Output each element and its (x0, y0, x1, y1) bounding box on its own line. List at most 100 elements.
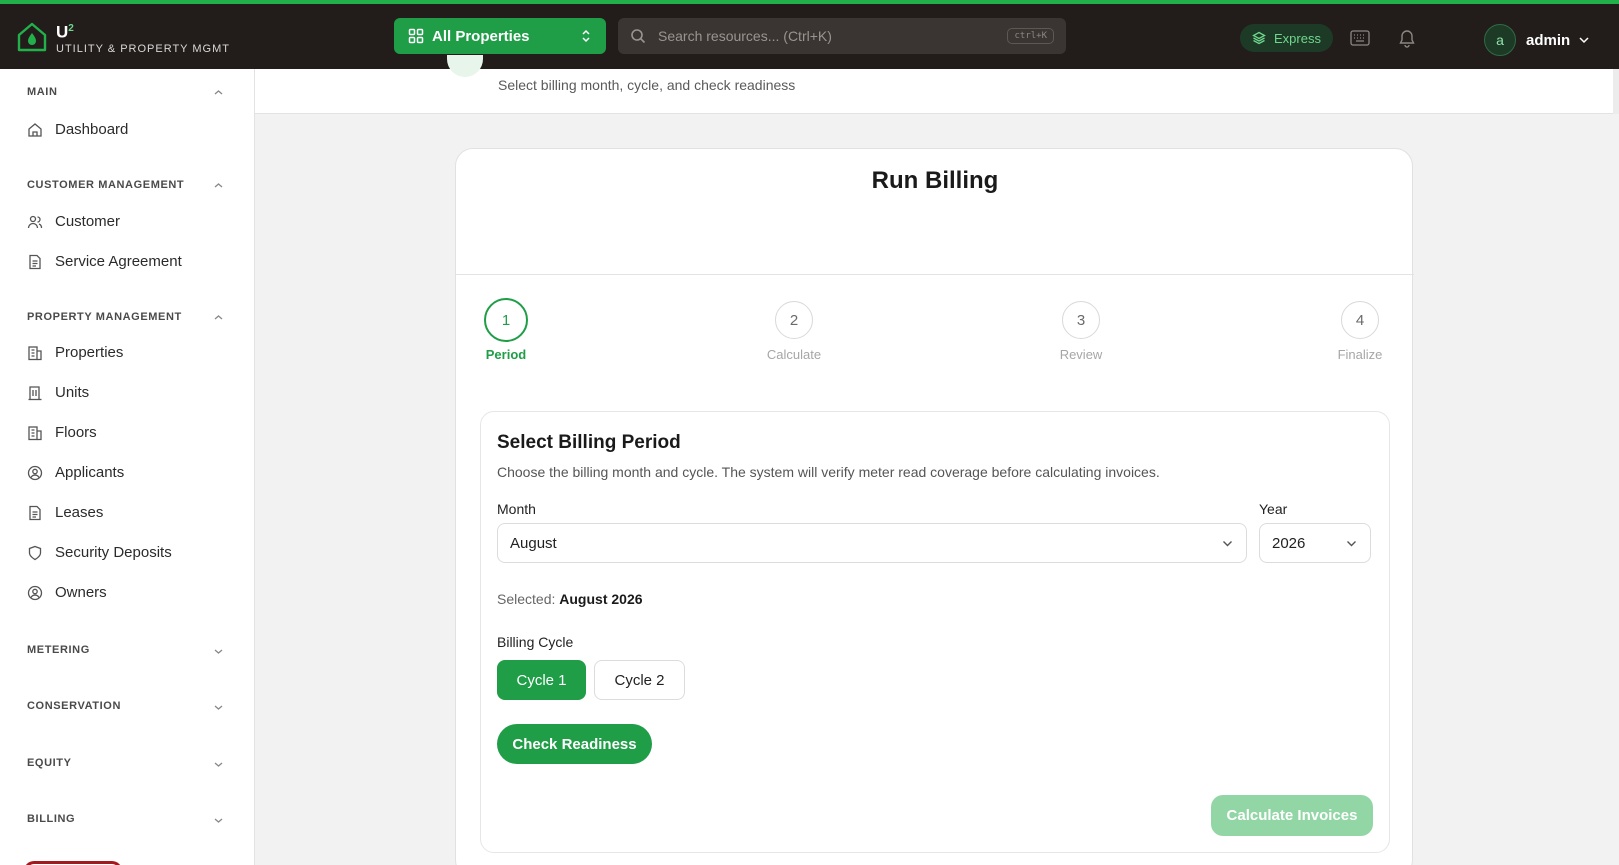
sidebar-item-dashboard[interactable]: Dashboard (27, 121, 128, 138)
brand[interactable]: U2 UTILITY & PROPERTY MGMT (16, 20, 230, 55)
sidebar-item-label: Properties (55, 344, 124, 361)
search-icon (631, 29, 646, 44)
step-label: Review (1059, 347, 1103, 362)
chevron-down-icon[interactable] (213, 646, 224, 657)
sidebar-item-applicants[interactable]: Applicants (27, 464, 124, 481)
search-shortcut-hint: ctrl+K (1007, 28, 1054, 44)
month-label: Month (497, 501, 536, 517)
layers-icon (1252, 31, 1266, 45)
section-equity[interactable]: EQUITY (27, 757, 72, 769)
sidebar-item-customer[interactable]: Customer (27, 213, 120, 230)
user-circle-icon (27, 585, 43, 600)
search-input[interactable] (658, 28, 1008, 44)
step-number: 2 (775, 301, 813, 339)
sidebar-item-label: Service Agreement (55, 253, 182, 270)
chevron-down-icon (1579, 37, 1589, 44)
chevron-up-icon[interactable] (213, 312, 224, 323)
billing-period-panel: Select Billing Period Choose the billing… (480, 411, 1390, 853)
cycle-2-button[interactable]: Cycle 2 (594, 660, 685, 700)
chevron-down-icon (1347, 540, 1356, 546)
user-menu[interactable]: a admin (1484, 24, 1590, 56)
sidebar: MAIN Dashboard CUSTOMER MANAGEMENT Custo… (0, 69, 255, 865)
sidebar-footer-button-edge[interactable] (24, 861, 122, 865)
chevron-up-icon[interactable] (213, 180, 224, 191)
run-billing-card: Run Billing 1 Period 2 Calculate 3 Revie… (455, 148, 1414, 865)
bell-icon[interactable] (1398, 28, 1416, 48)
section-property-management[interactable]: PROPERTY MANAGEMENT (27, 311, 182, 323)
shield-icon (28, 545, 42, 560)
step-finalize[interactable]: 4 Finalize (1320, 301, 1400, 362)
top-bar: U2 UTILITY & PROPERTY MGMT All Propertie… (0, 0, 1619, 69)
section-main[interactable]: MAIN (27, 86, 58, 98)
calculate-invoices-button[interactable]: Calculate Invoices (1211, 795, 1373, 836)
scrollbar-track[interactable] (1613, 69, 1619, 114)
month-select-value: August (510, 534, 557, 552)
sidebar-item-label: Customer (55, 213, 121, 230)
year-select[interactable]: 2026 (1259, 523, 1371, 563)
panel-description: Choose the billing month and cycle. The … (497, 464, 1160, 480)
sidebar-item-label: Owners (55, 584, 107, 601)
section-conservation[interactable]: CONSERVATION (27, 700, 121, 712)
section-metering[interactable]: METERING (27, 644, 90, 656)
user-name: admin (1526, 31, 1571, 49)
building-icon (28, 425, 42, 440)
chevron-down-icon[interactable] (213, 815, 224, 826)
card-title: Run Billing (871, 167, 999, 194)
sidebar-item-security-deposits[interactable]: Security Deposits (27, 544, 172, 561)
home-icon (28, 122, 42, 137)
avatar: a (1484, 24, 1516, 56)
year-label: Year (1259, 501, 1288, 517)
sidebar-item-label: Units (55, 384, 90, 401)
page-header: Select billing month, cycle, and check r… (255, 55, 1619, 114)
sidebar-item-label: Security Deposits (55, 544, 172, 561)
property-selector[interactable]: All Properties (394, 18, 606, 54)
step-label: Period (485, 347, 527, 362)
search-bar[interactable]: ctrl+K (618, 18, 1066, 54)
sidebar-item-label: Leases (55, 504, 104, 521)
keyboard-icon[interactable] (1350, 29, 1370, 47)
step-calculate[interactable]: 2 Calculate (754, 301, 834, 362)
selected-prefix: Selected: (497, 591, 556, 607)
property-selector-label: All Properties (432, 27, 530, 45)
panel-title: Select Billing Period (497, 432, 681, 453)
page-subtitle: Select billing month, cycle, and check r… (498, 77, 796, 93)
step-number: 1 (484, 298, 528, 342)
door-icon (28, 385, 42, 400)
step-label: Calculate (766, 347, 822, 362)
sidebar-item-label: Dashboard (55, 121, 129, 138)
building-icon (28, 345, 42, 360)
step-number: 4 (1341, 301, 1379, 339)
chevron-down-icon[interactable] (213, 759, 224, 770)
step-period[interactable]: 1 Period (466, 298, 546, 362)
step-number: 3 (1062, 301, 1100, 339)
sidebar-item-owners[interactable]: Owners (27, 584, 107, 601)
sidebar-item-label: Floors (55, 424, 97, 441)
month-select[interactable]: August (497, 523, 1247, 563)
express-label: Express (1274, 30, 1321, 46)
section-billing[interactable]: BILLING (27, 813, 75, 825)
selected-value: August 2026 (559, 591, 643, 607)
users-icon (27, 215, 43, 228)
sidebar-item-leases[interactable]: Leases (27, 504, 103, 521)
brand-name: U2 (56, 22, 74, 42)
divider (456, 274, 1414, 275)
sidebar-item-properties[interactable]: Properties (27, 344, 123, 361)
step-label: Finalize (1337, 347, 1383, 362)
page-header-icon (447, 55, 483, 77)
chevron-up-down-icon (582, 29, 590, 43)
section-customer-management[interactable]: CUSTOMER MANAGEMENT (27, 179, 184, 191)
check-readiness-button[interactable]: Check Readiness (497, 724, 652, 764)
express-button[interactable]: Express (1240, 24, 1333, 52)
chevron-up-icon[interactable] (213, 87, 224, 98)
chevron-down-icon[interactable] (213, 702, 224, 713)
sidebar-item-units[interactable]: Units (27, 384, 89, 401)
cycle-1-button[interactable]: Cycle 1 (497, 660, 586, 700)
user-circle-icon (27, 465, 43, 480)
brand-subtitle: UTILITY & PROPERTY MGMT (56, 42, 230, 55)
house-drop-logo-icon (17, 23, 47, 52)
step-review[interactable]: 3 Review (1041, 301, 1121, 362)
year-select-value: 2026 (1272, 534, 1306, 552)
document-icon (29, 505, 41, 520)
sidebar-item-floors[interactable]: Floors (27, 424, 97, 441)
sidebar-item-service-agreement[interactable]: Service Agreement (27, 253, 182, 270)
